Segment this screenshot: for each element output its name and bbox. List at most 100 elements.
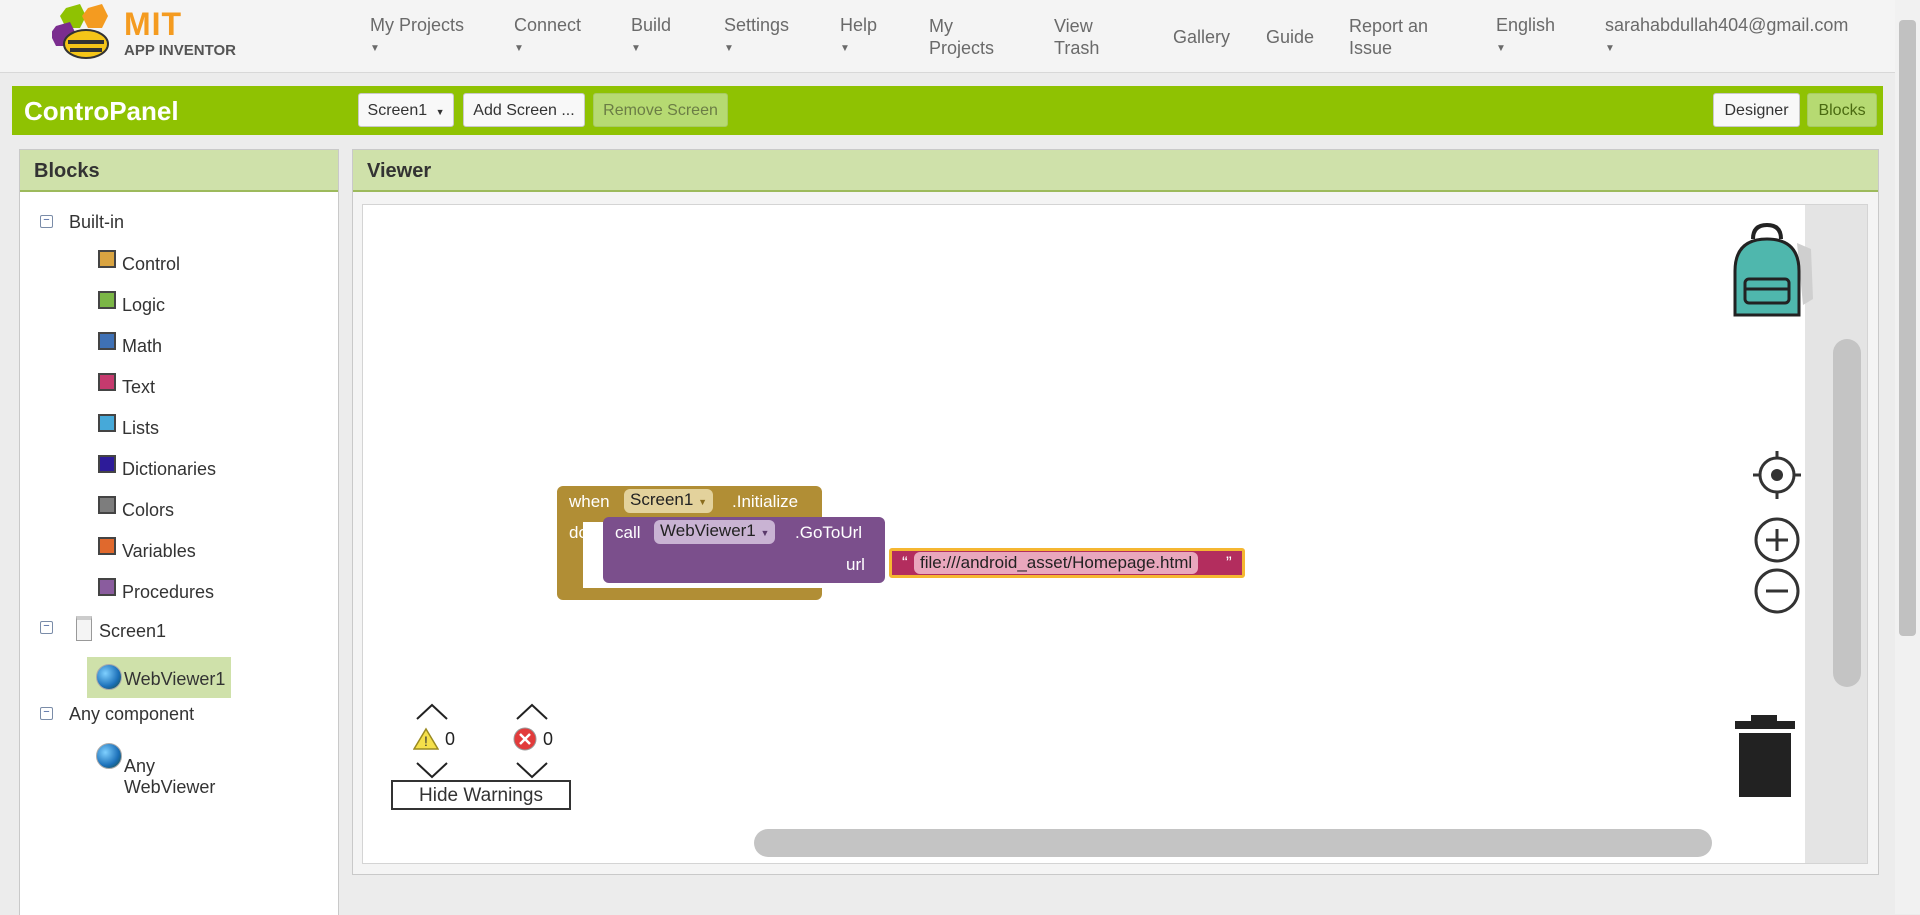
app-inventor-logo[interactable]: MIT APP INVENTOR [52,4,252,60]
horizontal-scrollbar-thumb[interactable] [754,829,1712,857]
any-webviewer-globe-icon [96,743,122,769]
builtin-item-label: Text [122,377,156,397]
builtin-item-label: Logic [122,295,166,315]
screen-icon [76,616,92,641]
nav-gallery-link[interactable]: Gallery [1173,26,1230,48]
call-component-label: WebViewer1 [660,521,756,540]
control-color-swatch-icon [98,250,116,268]
nav-language-menu[interactable]: English ▼ [1496,14,1555,60]
tree-any-component-label[interactable]: Any component [69,704,194,725]
builtin-item-colors[interactable]: Colors [98,496,298,526]
viewer-panel-heading: Viewer [353,150,1878,192]
blocks-button[interactable]: Blocks [1807,93,1877,127]
project-title: ControPanel [24,96,179,126]
tree-any-webviewer-label: Any WebViewer [124,756,216,797]
nav-help-label: Help [840,15,878,35]
trash-can-icon[interactable] [1733,715,1799,799]
builtin-item-label: Variables [122,541,196,561]
builtin-item-logic[interactable]: Logic [98,291,298,321]
caret-down-icon: ▼ [760,528,770,538]
nav-my-projects-label: My Projects [370,15,465,35]
blocks-panel: Blocks − Built-in Control Logic Math Text Li… [19,149,339,915]
builtin-item-text[interactable]: Text [98,373,298,403]
nav-settings-menu[interactable]: Settings ▼ [724,14,789,60]
collapse-screen1-icon[interactable]: − [40,621,53,634]
designer-button[interactable]: Designer [1713,93,1800,127]
error-prev-arrow-icon[interactable] [515,703,549,721]
dictionaries-color-swatch-icon [98,455,116,473]
webviewer-globe-icon [96,664,122,690]
warning-triangle-icon: ! [413,727,439,750]
collapse-any-component-icon[interactable]: − [40,707,53,720]
builtin-item-dictionaries[interactable]: Dictionaries [98,455,298,485]
collapse-builtin-icon[interactable]: − [40,215,53,228]
chevron-down-icon: ▼ [631,43,641,54]
nav-build-menu[interactable]: Build ▼ [631,14,671,60]
builtin-item-variables[interactable]: Variables [98,537,298,567]
event-component-dropdown[interactable]: Screen1 ▼ [624,489,713,513]
caret-down-icon: ▼ [698,497,707,507]
screen-select-dropdown[interactable]: Screen1 ▼ [358,93,454,127]
chevron-down-icon: ▼ [514,43,524,54]
tree-screen1-label[interactable]: Screen1 [99,621,166,642]
tree-webviewer1-item[interactable]: WebViewer1 [87,657,231,698]
builtin-item-math[interactable]: Math [98,332,298,362]
math-color-swatch-icon [98,332,116,350]
backpack-icon[interactable] [1727,219,1837,329]
builtin-item-control[interactable]: Control [98,250,298,280]
logic-color-swatch-icon [98,291,116,309]
zoom-in-icon[interactable] [1753,516,1801,564]
svg-text:!: ! [424,733,428,749]
call-label: call [615,523,641,542]
vertical-scrollbar-thumb[interactable] [1833,339,1861,687]
procedures-color-swatch-icon [98,578,116,596]
caret-down-icon: ▼ [435,107,445,117]
text-color-swatch-icon [98,373,116,391]
builtin-item-label: Math [122,336,163,356]
chevron-down-icon: ▼ [724,43,734,54]
builtin-item-lists[interactable]: Lists [98,414,298,444]
warning-next-arrow-icon[interactable] [415,761,449,779]
tree-any-webviewer-item[interactable]: Any WebViewer [87,740,247,797]
error-next-arrow-icon[interactable] [515,761,549,779]
nav-settings-label: Settings [724,15,790,35]
call-component-dropdown[interactable]: WebViewer1 ▼ [654,520,776,544]
do-label: do [569,523,588,542]
event-name-label: .Initialize [732,492,799,511]
nav-help-menu[interactable]: Help ▼ [840,14,877,60]
nav-my-projects-link[interactable]: My Projects [929,15,1009,59]
zoom-out-icon[interactable] [1753,567,1801,615]
nav-connect-menu[interactable]: Connect ▼ [514,14,581,60]
logo-mit-text: MIT [124,6,183,42]
chevron-down-icon: ▼ [370,43,380,54]
page-scrollbar-thumb[interactable] [1899,20,1916,636]
chevron-down-icon: ▼ [1605,43,1615,54]
text-string-block[interactable]: “ file:///android_asset/Homepage.html ” [889,548,1245,578]
warning-prev-arrow-icon[interactable] [415,703,449,721]
nav-guide-link[interactable]: Guide [1266,26,1314,48]
nav-report-issue-link[interactable]: Report an Issue [1349,15,1459,59]
builtin-item-procedures[interactable]: Procedures [98,578,298,608]
tree-builtin-label[interactable]: Built-in [69,212,124,233]
recenter-icon[interactable] [1753,451,1801,499]
hide-warnings-button[interactable]: Hide Warnings [391,780,571,810]
builtin-item-label: Colors [122,500,175,520]
builtin-item-label: Dictionaries [122,459,217,479]
builtin-item-label: Control [122,254,181,274]
nav-my-projects-menu[interactable]: My Projects ▼ [370,14,464,60]
builtin-item-label: Lists [122,418,160,438]
nav-build-label: Build [631,15,672,35]
add-screen-button[interactable]: Add Screen ... [463,93,585,127]
bee-logo-icon [52,4,109,59]
remove-screen-button[interactable]: Remove Screen [593,93,728,127]
screen-select-label: Screen1 [367,102,428,119]
blocks-workspace[interactable]: when Screen1 ▼ .Initialize do call WebVi… [362,204,1868,864]
close-quote-label: ” [1226,553,1232,572]
logo-app-inventor-text: APP INVENTOR [124,42,236,59]
chevron-down-icon: ▼ [840,43,850,54]
nav-user-menu[interactable]: sarahabdullah404@gmail.com ▼ [1605,14,1848,60]
project-toolbar: ControPanel Screen1 ▼ Add Screen ... Rem… [12,86,1883,135]
string-value-field[interactable]: file:///android_asset/Homepage.html [914,552,1199,574]
nav-view-trash-link[interactable]: View Trash [1054,15,1124,59]
blocks-panel-heading: Blocks [20,150,338,192]
